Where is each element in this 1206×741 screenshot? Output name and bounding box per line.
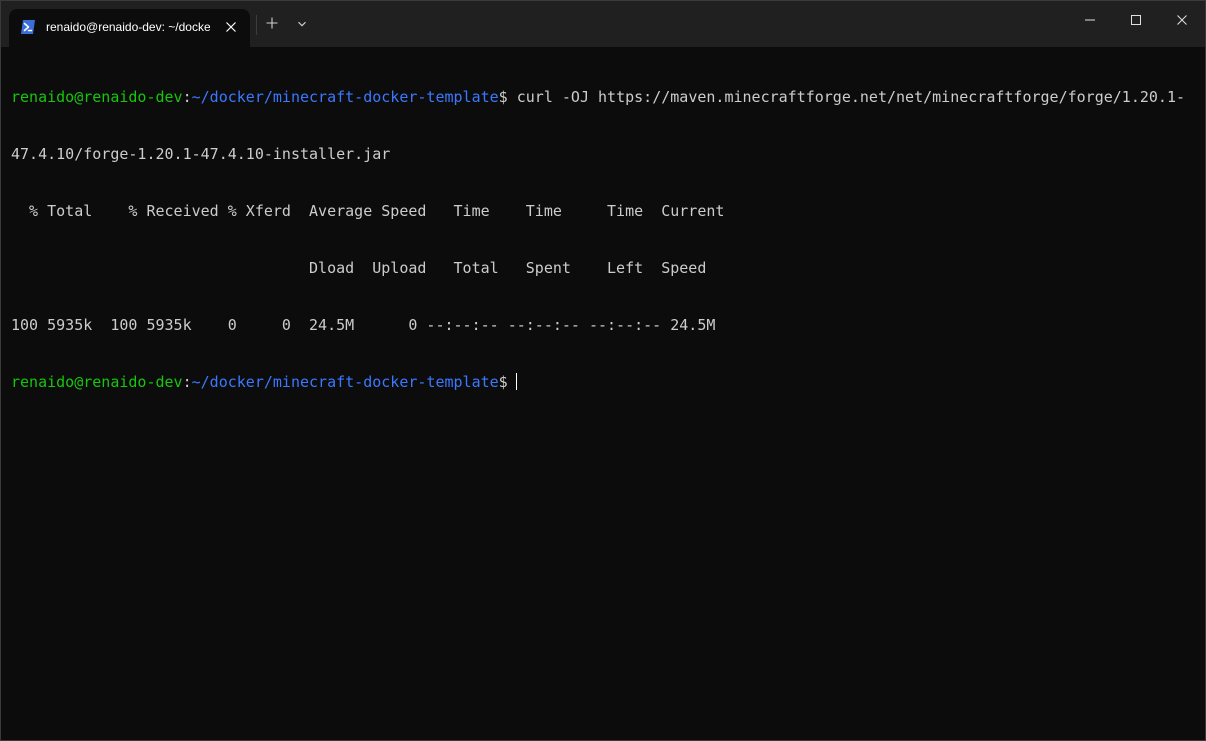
window-close-button[interactable]: [1159, 1, 1205, 41]
close-icon[interactable]: [221, 17, 241, 37]
command-line: renaido@renaido-dev:~/docker/minecraft-d…: [11, 88, 1201, 107]
prompt-user-host: renaido@renaido-dev: [11, 88, 183, 106]
new-tab-button[interactable]: [261, 15, 283, 35]
prompt-colon: :: [182, 373, 192, 391]
text-cursor: [515, 373, 517, 390]
tab-title: renaido@renaido-dev: ~/docker/minecraft-…: [46, 20, 210, 34]
prompt-colon: :: [182, 88, 192, 106]
maximize-icon: [1131, 12, 1141, 30]
title-bar: renaido@renaido-dev: ~/docker/minecraft-…: [1, 1, 1205, 47]
chevron-down-icon: [297, 16, 307, 34]
output-line: Dload Upload Total Spent Left Speed: [11, 259, 707, 277]
maximize-button[interactable]: [1113, 1, 1159, 41]
window-close-icon: [1177, 12, 1187, 30]
prompt-symbol: $: [498, 373, 508, 391]
minimize-icon: [1085, 12, 1095, 30]
tab-separator: [256, 15, 257, 35]
plus-icon: [266, 16, 278, 34]
minimize-button[interactable]: [1067, 1, 1113, 41]
tab-terminal[interactable]: renaido@renaido-dev: ~/docker/minecraft-…: [9, 9, 250, 47]
prompt-symbol: $: [498, 88, 508, 106]
prompt-user-host: renaido@renaido-dev: [11, 373, 183, 391]
command-wrap-line: 47.4.10/forge-1.20.1-47.4.10-installer.j…: [11, 145, 391, 163]
command-text: curl -OJ https://maven.minecraftforge.ne…: [507, 88, 1186, 106]
output-line: % Total % Received % Xferd Average Speed…: [11, 202, 725, 220]
terminal-output[interactable]: renaido@renaido-dev:~/docker/minecraft-d…: [11, 50, 1201, 730]
powershell-icon: [20, 19, 36, 35]
prompt-path: ~/docker/minecraft-docker-template: [191, 373, 499, 391]
terminal-window: renaido@renaido-dev: ~/docker/minecraft-…: [0, 0, 1206, 741]
prompt-path: ~/docker/minecraft-docker-template: [191, 88, 499, 106]
current-prompt-line: renaido@renaido-dev:~/docker/minecraft-d…: [11, 373, 1201, 392]
tab-dropdown-button[interactable]: [291, 15, 313, 35]
output-line: 100 5935k 100 5935k 0 0 24.5M 0 --:--:--…: [11, 316, 716, 334]
